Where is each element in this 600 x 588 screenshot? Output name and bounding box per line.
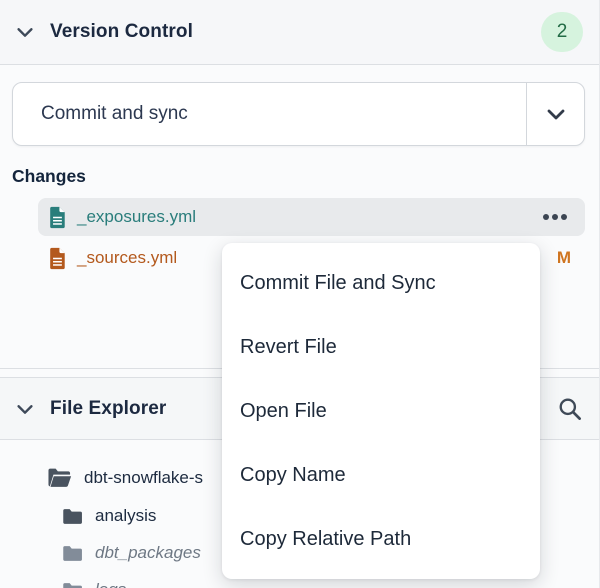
menu-item-commit-file-and-sync[interactable]: Commit File and Sync [222, 251, 540, 315]
tree-item-label: logs [95, 580, 126, 588]
commit-dropdown[interactable]: Commit and sync [12, 82, 585, 146]
menu-item-copy-name[interactable]: Copy Name [222, 443, 540, 507]
folder-icon [62, 508, 83, 525]
tree-item-label: analysis [95, 506, 156, 526]
chevron-down-icon[interactable] [14, 21, 36, 43]
file-document-icon [48, 247, 67, 270]
folder-open-icon [46, 468, 72, 488]
menu-item-open-file[interactable]: Open File [222, 379, 540, 443]
section-title-version-control: Version Control [50, 21, 193, 43]
modified-status-badge: M [557, 248, 571, 268]
file-document-icon [48, 206, 67, 229]
changes-heading: Changes [12, 166, 86, 187]
tree-item-dbt-packages[interactable]: dbt_packages [62, 540, 201, 566]
version-control-panel: Version Control 2 Commit and sync Change… [0, 0, 600, 588]
ellipsis-icon [541, 213, 569, 221]
chevron-down-icon[interactable] [14, 398, 36, 420]
search-icon [556, 395, 583, 422]
menu-item-copy-relative-path[interactable]: Copy Relative Path [222, 507, 540, 571]
changes-count-badge: 2 [541, 12, 583, 52]
tree-item-label: dbt_packages [95, 543, 201, 563]
changed-file-row-exposures[interactable]: _exposures.yml [38, 198, 585, 236]
file-context-menu: Commit File and Sync Revert File Open Fi… [222, 243, 540, 579]
tree-item-label: dbt-snowflake-s [84, 468, 203, 488]
version-control-header[interactable]: Version Control 2 [0, 0, 599, 65]
commit-dropdown-label: Commit and sync [13, 83, 526, 145]
folder-icon [62, 582, 83, 588]
chevron-down-icon [544, 102, 568, 126]
tree-item-project-root[interactable]: dbt-snowflake-s [46, 465, 203, 491]
tree-item-logs[interactable]: logs [62, 577, 126, 588]
commit-dropdown-caret[interactable] [526, 83, 584, 145]
section-title-file-explorer: File Explorer [50, 398, 166, 420]
file-search-button[interactable] [556, 395, 583, 422]
menu-item-revert-file[interactable]: Revert File [222, 315, 540, 379]
changed-file-name: _exposures.yml [77, 207, 196, 227]
tree-item-analysis[interactable]: analysis [62, 503, 156, 529]
changed-file-name: _sources.yml [77, 248, 177, 268]
ellipsis-menu-button[interactable] [539, 211, 571, 223]
folder-icon [62, 545, 83, 562]
